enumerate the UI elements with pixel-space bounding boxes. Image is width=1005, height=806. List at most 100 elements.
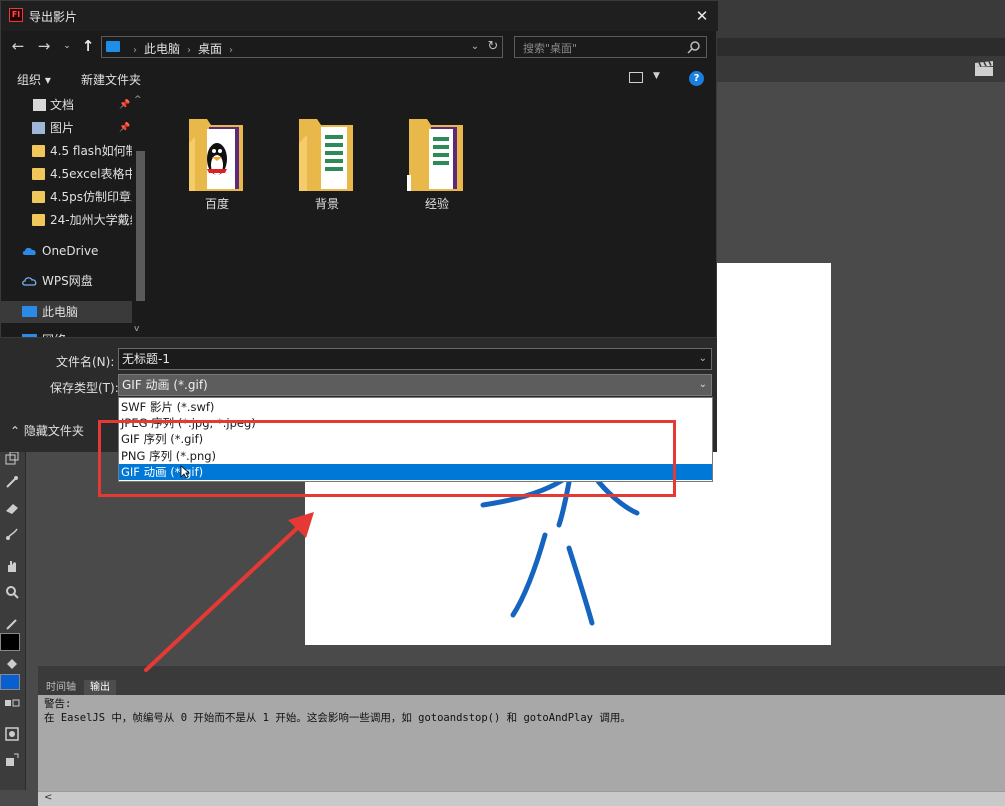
fill-color-swatch[interactable]: [0, 674, 20, 690]
view-options-caret-icon[interactable]: ▼: [653, 71, 660, 81]
file-name: 经验: [424, 197, 449, 211]
folder-icon: [32, 214, 45, 226]
hide-folders-button[interactable]: ⌃ 隐藏文件夹: [10, 422, 84, 439]
sidebar-item-this-pc[interactable]: 此电脑: [1, 301, 132, 323]
sidebar-item-folder[interactable]: 4.5ps仿制印章工: [1, 186, 132, 208]
recent-locations-chevron-icon[interactable]: ⌄: [61, 37, 73, 55]
tab-output[interactable]: 输出: [84, 680, 116, 695]
edit-bar: [717, 56, 1005, 83]
scroll-left-arrow-icon[interactable]: <: [44, 792, 52, 803]
sidebar-item-folder[interactable]: 4.5excel表格中: [1, 163, 132, 185]
tools-panel: [0, 440, 26, 790]
sidebar-item-label: OneDrive: [42, 244, 99, 258]
breadcrumb-chevron-icon[interactable]: ›: [187, 45, 191, 56]
pin-icon[interactable]: 📌: [119, 94, 130, 116]
app-menubar: [717, 0, 1005, 38]
tab-timeline[interactable]: 时间轴: [40, 680, 82, 695]
bone-tool-icon[interactable]: [2, 524, 22, 544]
sidebar-item-folder[interactable]: 4.5 flash如何制: [1, 140, 132, 162]
mouse-cursor-icon: [180, 465, 190, 479]
breadcrumb-chevron-icon[interactable]: ›: [133, 45, 137, 56]
breadcrumb-chevron-icon[interactable]: ›: [229, 45, 233, 56]
breadcrumb: › 此电脑 › 桌面 ›: [126, 40, 240, 57]
filetype-option[interactable]: SWF 影片 (*.swf): [119, 399, 712, 415]
new-folder-button[interactable]: 新建文件夹: [81, 71, 141, 88]
organize-button[interactable]: 组织 ▾: [17, 71, 51, 88]
annotation-arrow: [144, 512, 314, 672]
folder-icon: [189, 119, 243, 191]
file-item-folder[interactable]: 百度: [174, 109, 260, 219]
pin-icon[interactable]: 📌: [119, 117, 130, 139]
sidebar-item-pictures[interactable]: 图片 📌: [1, 117, 132, 139]
file-item-folder[interactable]: 背景: [284, 109, 370, 219]
hide-folders-label: 隐藏文件夹: [23, 424, 84, 438]
document-icon: [33, 99, 46, 111]
folder-icon: [299, 119, 353, 191]
folder-icon: [32, 191, 45, 203]
sidebar-item-label: 4.5 flash如何制: [50, 144, 132, 158]
stroke-color-pencil-icon[interactable]: [2, 614, 22, 634]
forward-arrow-icon[interactable]: →: [35, 37, 53, 55]
sidebar-item-documents[interactable]: 文档 📌: [1, 94, 132, 116]
hand-tool-icon[interactable]: [2, 556, 22, 576]
filetype-label: 保存类型(T):: [50, 381, 119, 395]
close-button[interactable]: ✕: [691, 6, 713, 26]
filename-field[interactable]: 无标题-1 ⌄: [118, 348, 712, 370]
folder-icon: [32, 168, 45, 180]
view-options-icon[interactable]: [629, 72, 643, 83]
eyedropper-tool-icon[interactable]: [2, 472, 22, 492]
scroll-up-arrow-icon[interactable]: ^: [134, 95, 142, 105]
up-arrow-icon[interactable]: ↑: [79, 37, 97, 55]
smooth-icon[interactable]: [2, 750, 22, 770]
navigation-pane: 文档 📌 图片 📌 4.5 flash如何制 4.5excel表格中 4.5ps…: [1, 93, 149, 337]
sidebar-item-label: WPS网盘: [42, 274, 93, 288]
file-item-folder-shortcut[interactable]: 经验: [394, 109, 480, 219]
swap-colors-icon[interactable]: [2, 694, 22, 714]
document-tabbar: [717, 38, 1005, 57]
fill-bucket-icon[interactable]: [2, 654, 22, 674]
nav-scrollbar-thumb[interactable]: [136, 151, 145, 301]
computer-icon: [22, 306, 37, 317]
snap-icon[interactable]: [2, 724, 22, 744]
sidebar-item-folder[interactable]: 24-加州大学戴维: [1, 209, 132, 231]
sidebar-item-onedrive[interactable]: OneDrive: [1, 240, 132, 262]
help-icon[interactable]: ?: [689, 71, 704, 86]
annotation-highlight-box: [98, 420, 676, 497]
eraser-tool-icon[interactable]: [2, 498, 22, 518]
chevron-up-icon: ⌃: [10, 424, 21, 438]
output-warning-heading: 警告:: [44, 698, 72, 710]
output-log: 警告: 在 EaselJS 中，帧编号从 0 开始而不是从 1 开始。这会影响一些…: [44, 697, 631, 725]
output-warning-message: 在 EaselJS 中，帧编号从 0 开始而不是从 1 开始。这会影响一些调用，…: [44, 712, 631, 724]
sidebar-item-network[interactable]: 网络: [1, 329, 132, 337]
address-dropdown-icon[interactable]: ⌄: [468, 39, 482, 55]
sidebar-item-label: 4.5excel表格中: [50, 167, 132, 181]
sidebar-item-label: 4.5ps仿制印章工: [50, 190, 132, 204]
sidebar-item-wps-cloud[interactable]: WPS网盘: [1, 270, 132, 292]
search-placeholder: 搜索"桌面": [523, 42, 578, 55]
cloud-outline-icon: [22, 277, 37, 286]
breadcrumb-desktop[interactable]: 桌面: [198, 42, 222, 56]
picture-icon: [32, 122, 45, 134]
dialog-titlebar: Fl 导出影片 ✕: [1, 1, 718, 31]
search-input[interactable]: 搜索"桌面": [514, 36, 707, 58]
output-horizontal-scrollbar[interactable]: <: [38, 791, 1005, 806]
chevron-down-icon[interactable]: ⌄: [699, 375, 707, 395]
folder-shortcut-icon: [407, 119, 463, 191]
search-icon[interactable]: [687, 40, 701, 54]
zoom-tool-icon[interactable]: [2, 582, 22, 602]
filetype-value: GIF 动画 (*.gif): [122, 378, 208, 392]
sidebar-item-label: 文档: [50, 98, 75, 112]
filename-label: 文件名(N):: [56, 355, 115, 369]
sidebar-item-label: 图片: [50, 121, 75, 135]
computer-icon: [106, 41, 120, 52]
refresh-icon[interactable]: ↻: [486, 39, 500, 55]
chevron-down-icon[interactable]: ⌄: [699, 349, 707, 369]
breadcrumb-this-pc[interactable]: 此电脑: [144, 42, 180, 56]
stroke-color-swatch[interactable]: [0, 633, 20, 651]
back-arrow-icon[interactable]: ←: [9, 37, 27, 55]
address-bar[interactable]: › 此电脑 › 桌面 › ⌄ ↻: [101, 36, 503, 58]
filetype-select[interactable]: GIF 动画 (*.gif) ⌄: [118, 374, 712, 396]
sidebar-item-label: 此电脑: [42, 305, 79, 319]
scroll-down-arrow-icon[interactable]: v: [134, 324, 139, 334]
clapperboard-icon[interactable]: [973, 61, 995, 77]
